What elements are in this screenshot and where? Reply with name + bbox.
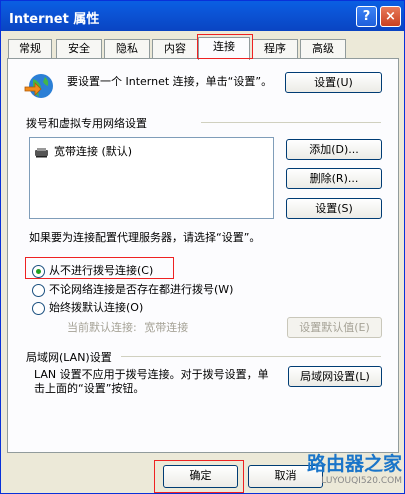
tab-content[interactable]: 内容 <box>152 39 198 59</box>
tab-programs[interactable]: 程序 <box>252 39 298 59</box>
never-dial-option[interactable]: 从不进行拨号连接(C) <box>32 263 153 279</box>
help-button[interactable]: ? <box>356 6 377 27</box>
dialup-divider <box>201 122 381 123</box>
add-connection-button[interactable]: 添加(D)... <box>286 139 382 160</box>
current-default-label: 当前默认连接: 宽带连接 <box>67 321 188 335</box>
dial-default-option[interactable]: 始终拨默认连接(O) <box>32 300 143 316</box>
setup-button[interactable]: 设置(U) <box>285 72 382 93</box>
radio-unselected[interactable] <box>32 283 45 297</box>
setup-description: 要设置一个 Internet 连接，单击“设置”。 <box>67 75 273 88</box>
never-dial-label: 从不进行拨号连接(C) <box>49 264 154 277</box>
watermark-sub: LUYOUQI520.COM <box>321 476 402 486</box>
current-default-value: 宽带连接 <box>144 321 189 334</box>
window-title: Internet 属性 <box>9 12 100 27</box>
globe-icon <box>24 74 53 98</box>
watermark-main: 路由器之家 <box>306 453 402 475</box>
title-bar[interactable]: Internet 属性 ? × <box>1 1 404 31</box>
remove-connection-button[interactable]: 删除(R)... <box>286 168 382 189</box>
tab-general[interactable]: 常规 <box>8 39 52 59</box>
proxy-note: 如果要为连接配置代理服务器，请选择“设置”。 <box>29 231 261 244</box>
dial-default-label: 始终拨默认连接(O) <box>49 301 144 314</box>
lan-section-label: 局域网(LAN)设置 <box>26 351 112 364</box>
current-default-caption: 当前默认连接: <box>67 321 137 334</box>
dial-always-option[interactable]: 不论网络连接是否存在都进行拨号(W) <box>32 282 233 298</box>
close-button[interactable]: × <box>380 6 401 27</box>
ok-button[interactable]: 确定 <box>163 465 238 488</box>
connection-list[interactable]: 宽带连接 (默认) <box>29 137 274 219</box>
radio-unselected[interactable] <box>32 301 45 315</box>
tab-privacy[interactable]: 隐私 <box>104 39 150 59</box>
tab-connections[interactable]: 连接 <box>198 37 250 60</box>
connection-settings-button[interactable]: 设置(S) <box>286 198 382 219</box>
dial-always-label: 不论网络连接是否存在都进行拨号(W) <box>49 283 234 296</box>
site-watermark: 路由器之家 LUYOUQI520.COM <box>307 449 402 486</box>
lan-description: LAN 设置不应用于拨号连接。对于拨号设置，单击上面的“设置”按钮。 <box>34 368 269 395</box>
lan-divider <box>121 356 381 357</box>
broadband-connection-icon <box>35 148 48 158</box>
internet-properties-dialog: Internet 属性 ? × 常规 安全 隐私 内容 连接 程序 高级 要设置… <box>0 0 405 494</box>
list-item[interactable]: 宽带连接 (默认) <box>34 143 132 159</box>
lan-settings-button[interactable]: 局域网设置(L) <box>288 366 382 387</box>
dialup-section-label: 拨号和虚拟专用网络设置 <box>26 117 147 130</box>
tab-advanced[interactable]: 高级 <box>300 39 346 59</box>
tab-strip: 常规 安全 隐私 内容 连接 程序 高级 <box>8 37 400 60</box>
set-default-button[interactable]: 设置默认值(E) <box>287 317 382 338</box>
tab-security[interactable]: 安全 <box>56 39 102 59</box>
connection-item-label: 宽带连接 (默认) <box>54 145 133 158</box>
radio-selected[interactable] <box>32 264 45 278</box>
